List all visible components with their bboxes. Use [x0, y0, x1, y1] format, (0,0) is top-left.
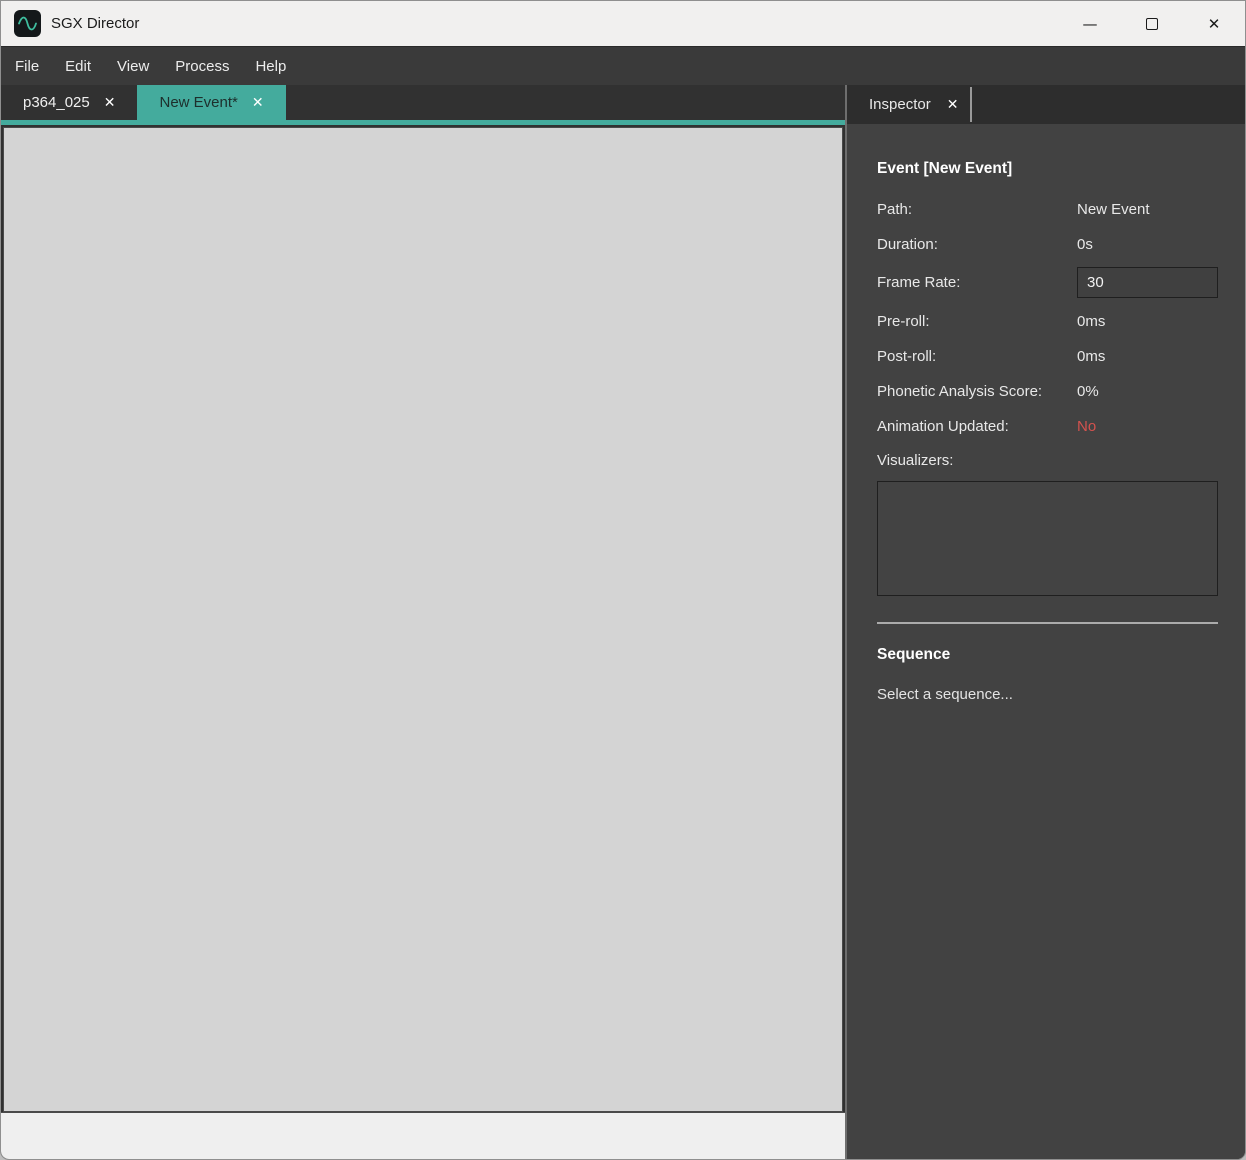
inspector-pane: Inspector ✕ Event [New Event] Path: New … [847, 85, 1246, 1159]
titlebar-left: SGX Director [1, 10, 1059, 37]
path-label: Path: [877, 201, 1077, 218]
tab-p364-025[interactable]: p364_025 ✕ [1, 85, 137, 120]
phonetic-score-value: 0% [1077, 383, 1099, 400]
duration-label: Duration: [877, 236, 1077, 253]
statusbar [1, 1112, 845, 1159]
tab-close-icon[interactable]: ✕ [252, 94, 264, 111]
animation-updated-row: Animation Updated: No [877, 417, 1218, 435]
tab-label: Inspector [869, 96, 931, 113]
animation-updated-value: No [1077, 418, 1096, 435]
tab-new-event[interactable]: New Event* ✕ [137, 85, 285, 120]
maximize-button[interactable] [1121, 1, 1183, 46]
window-title: SGX Director [51, 15, 139, 32]
path-row: Path: New Event [877, 200, 1218, 218]
menu-process[interactable]: Process [162, 47, 242, 85]
menu-view[interactable]: View [104, 47, 162, 85]
pre-roll-label: Pre-roll: [877, 313, 1077, 330]
maximize-icon [1146, 18, 1158, 30]
pre-roll-row: Pre-roll: 0ms [877, 312, 1218, 330]
menu-edit[interactable]: Edit [52, 47, 104, 85]
titlebar: SGX Director — ✕ [1, 1, 1245, 46]
main-canvas[interactable] [3, 127, 843, 1112]
tab-inspector[interactable]: Inspector ✕ [857, 85, 970, 124]
phonetic-score-row: Phonetic Analysis Score: 0% [877, 382, 1218, 400]
inspector-body: Event [New Event] Path: New Event Durati… [847, 124, 1246, 1159]
section-divider [877, 622, 1218, 624]
post-roll-row: Post-roll: 0ms [877, 347, 1218, 365]
post-roll-value: 0ms [1077, 348, 1105, 365]
event-section-title: Event [New Event] [877, 160, 1218, 178]
minimize-button[interactable]: — [1059, 1, 1121, 46]
menu-help[interactable]: Help [242, 47, 299, 85]
document-tabstrip: p364_025 ✕ New Event* ✕ [1, 85, 845, 120]
post-roll-label: Post-roll: [877, 348, 1077, 365]
close-button[interactable]: ✕ [1183, 1, 1245, 46]
pre-roll-value: 0ms [1077, 313, 1105, 330]
tab-close-icon[interactable]: ✕ [947, 96, 959, 113]
tab-separator [970, 87, 972, 122]
visualizers-listbox[interactable] [877, 481, 1218, 596]
frame-rate-row: Frame Rate: [877, 267, 1218, 298]
inspector-tabstrip: Inspector ✕ [847, 85, 1246, 124]
phonetic-score-label: Phonetic Analysis Score: [877, 383, 1077, 400]
canvas-wrap [1, 125, 845, 1112]
duration-value: 0s [1077, 236, 1093, 253]
window-controls: — ✕ [1059, 1, 1245, 46]
app-window: SGX Director — ✕ File Edit View Process … [0, 0, 1246, 1160]
frame-rate-label: Frame Rate: [877, 274, 1077, 291]
sequence-section-title: Sequence [877, 646, 1218, 664]
duration-row: Duration: 0s [877, 235, 1218, 253]
tab-label: New Event* [159, 94, 237, 111]
animation-updated-label: Animation Updated: [877, 418, 1077, 435]
visualizers-label: Visualizers: [877, 452, 1218, 469]
tab-close-icon[interactable]: ✕ [104, 94, 116, 111]
app-logo-icon [14, 10, 41, 37]
main-split: p364_025 ✕ New Event* ✕ Inspector ✕ [1, 85, 1245, 1159]
path-value: New Event [1077, 201, 1150, 218]
menu-file[interactable]: File [3, 47, 52, 85]
tab-label: p364_025 [23, 94, 90, 111]
sequence-empty-text: Select a sequence... [877, 686, 1218, 703]
menubar: File Edit View Process Help [1, 46, 1245, 85]
document-pane: p364_025 ✕ New Event* ✕ [1, 85, 847, 1159]
frame-rate-input[interactable] [1077, 267, 1218, 298]
